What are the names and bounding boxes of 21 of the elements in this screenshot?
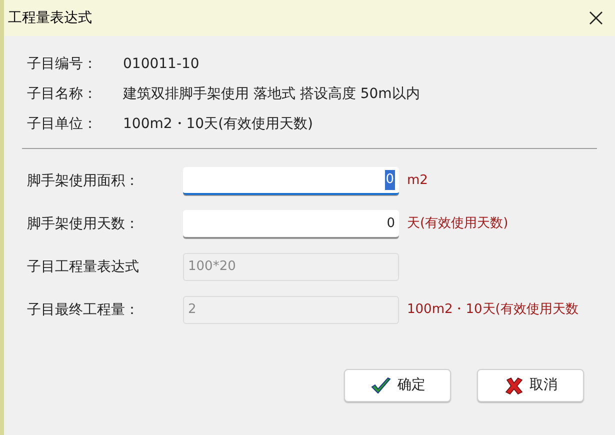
checkmark-icon: [370, 376, 392, 396]
field-label: 脚手架使用面积：: [27, 172, 140, 190]
cancel-button[interactable]: 取消: [477, 369, 584, 402]
ok-button[interactable]: 确定: [344, 369, 451, 402]
info-label: 子目名称：: [27, 84, 98, 104]
unit-label: m2: [407, 172, 428, 190]
input-field[interactable]: 0: [183, 167, 399, 195]
info-value: 建筑双排脚手架使用 落地式 搭设高度 50m以内: [123, 84, 420, 104]
unit-label: 天(有效使用天数): [407, 215, 508, 234]
info-value: 010011-10: [123, 54, 200, 74]
unit-label: 100m2・10天(有效使用天数: [407, 301, 578, 320]
info-value: 100m2・10天(有效使用天数): [123, 114, 314, 134]
close-icon: [504, 376, 524, 396]
field-label: 子目工程量表达式: [27, 258, 140, 276]
field-label: 脚手架使用天数：: [27, 214, 140, 234]
close-icon[interactable]: [589, 11, 603, 25]
input-field[interactable]: 0: [183, 210, 399, 238]
window-title: 工程量表达式: [8, 8, 92, 28]
field-label: 子目最终工程量：: [27, 300, 140, 320]
info-label: 子目编号：: [27, 54, 98, 74]
info-label: 子目单位：: [27, 114, 98, 134]
